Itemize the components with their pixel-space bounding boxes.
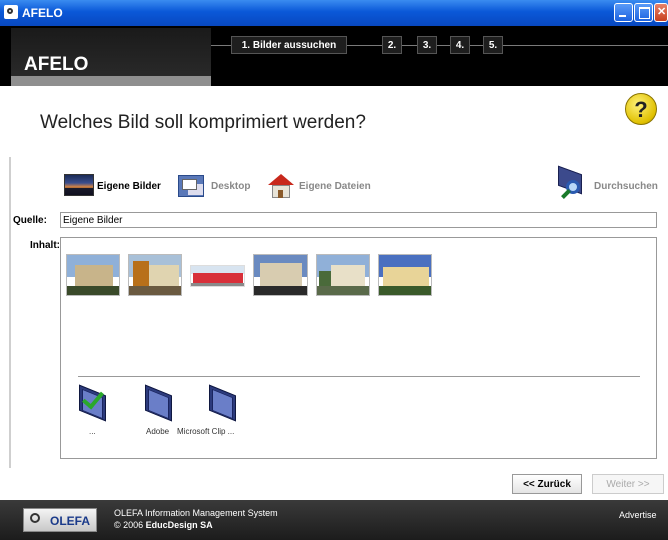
footer [0, 500, 668, 540]
location-eigene-dateien[interactable]: Eigene Dateien [268, 172, 378, 200]
image-thumbnail-6[interactable] [378, 254, 432, 296]
folder-label-adobe: Adobe [146, 427, 170, 436]
folder-label-microsoft-clip: Microsoft Clip ... [177, 427, 235, 436]
minimize-button[interactable] [614, 3, 633, 22]
sunset-icon [64, 174, 94, 196]
browse-label: Durchsuchen [594, 181, 658, 192]
image-thumbnail-1[interactable] [66, 254, 120, 296]
browse-folder-icon [556, 165, 590, 200]
folder-label-1: ... [89, 427, 96, 436]
app-icon[interactable] [4, 5, 18, 19]
copyright-company: EducDesign SA [145, 520, 213, 530]
advertise-link[interactable]: Advertise [619, 510, 657, 520]
browse-button[interactable]: Durchsuchen [556, 165, 660, 202]
help-icon[interactable]: ? [625, 93, 657, 125]
olefa-logo[interactable]: OLEFA [23, 508, 97, 532]
app-logo: AFELO [24, 54, 89, 75]
next-button[interactable]: Weiter >> [592, 474, 664, 494]
location-label: Desktop [211, 181, 251, 192]
step-5[interactable]: 5. [483, 36, 503, 54]
location-eigene-bilder[interactable]: Eigene Bilder [64, 172, 164, 200]
content-divider [78, 376, 640, 377]
footer-system-name: OLEFA Information Management System [114, 508, 278, 518]
location-label: Eigene Bilder [97, 181, 161, 192]
step-2[interactable]: 2. [382, 36, 402, 54]
window-title: AFELO [22, 6, 63, 20]
page-title: Welches Bild soll komprimiert werden? [40, 112, 366, 133]
step-3[interactable]: 3. [417, 36, 437, 54]
folder-item-microsoft-clip[interactable] [206, 384, 240, 422]
house-icon [268, 174, 294, 198]
copyright-prefix: © 2006 [114, 520, 146, 530]
quelle-input[interactable] [60, 212, 657, 228]
image-thumbnail-2[interactable] [128, 254, 182, 296]
inhalt-label: Inhalt: [30, 240, 60, 251]
desktop-icon [178, 175, 204, 197]
image-thumbnail-4[interactable] [253, 254, 308, 296]
location-label: Eigene Dateien [299, 181, 371, 192]
window-titlebar [0, 0, 668, 26]
footer-copyright: © 2006 EducDesign SA [114, 520, 213, 530]
quelle-label: Quelle: [13, 215, 47, 226]
logo-underline [11, 76, 211, 86]
olefa-logo-text: OLEFA [50, 514, 91, 528]
image-thumbnail-5[interactable] [316, 254, 370, 296]
close-button[interactable] [654, 3, 668, 22]
step-4[interactable]: 4. [450, 36, 470, 54]
image-thumbnail-3[interactable] [190, 265, 245, 287]
olefa-mark-icon [30, 513, 40, 523]
folder-item-1[interactable] [76, 384, 110, 422]
step-1[interactable]: 1. Bilder aussuchen [231, 36, 347, 54]
folder-item-adobe[interactable] [142, 384, 176, 422]
location-desktop[interactable]: Desktop [178, 172, 258, 200]
back-button[interactable]: << Zurück [512, 474, 582, 494]
content-border [9, 157, 11, 468]
maximize-button[interactable] [634, 3, 653, 22]
